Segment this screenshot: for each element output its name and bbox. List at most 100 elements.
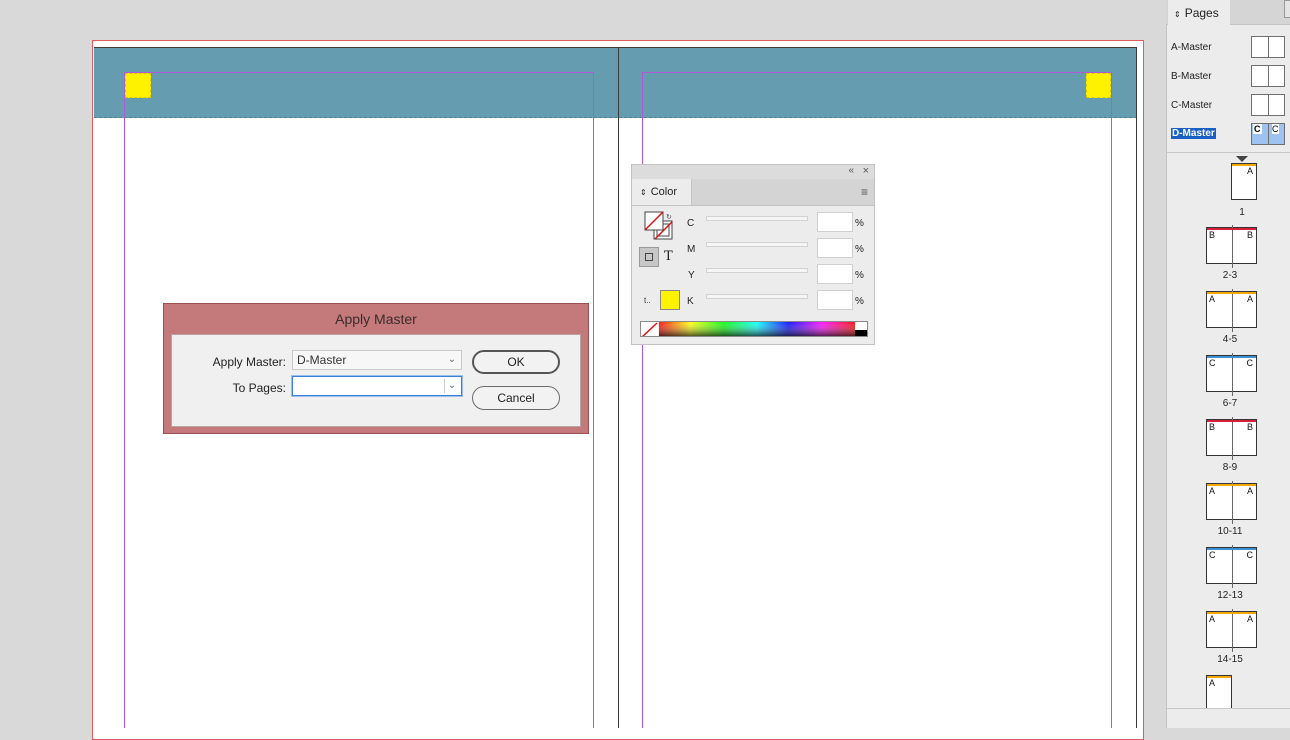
percent-label-y: % <box>855 270 864 281</box>
page-master-letter-right: A <box>1246 614 1253 624</box>
page-master-letter-right: A <box>1246 486 1253 496</box>
channel-label-k: K <box>687 296 694 307</box>
percent-label-k: % <box>855 296 864 307</box>
spread-thumb-6-7[interactable]: C C <box>1206 353 1257 396</box>
chevron-down-icon[interactable]: ⌄ <box>445 378 459 394</box>
page-thumb-1[interactable]: A <box>1231 163 1257 200</box>
dialog-title: Apply Master <box>335 311 417 327</box>
color-panel: « × ⇕ Color ≡ ↻ T t.. C % M % Y % K % <box>631 164 875 345</box>
page-master-letter-left: C <box>1209 358 1216 368</box>
spread-thumb-4-5[interactable]: A A <box>1206 289 1257 332</box>
spread-thumb-2-3[interactable]: B B <box>1206 225 1257 268</box>
master-item-a[interactable]: A-Master <box>1171 42 1212 53</box>
spread-thumb-10-11[interactable]: A A <box>1206 481 1257 524</box>
panel-title-bar[interactable]: « × <box>632 165 874 180</box>
spread-spine <box>1231 545 1233 588</box>
spread-spine <box>1231 289 1233 332</box>
page-master-letter-left: A <box>1209 486 1216 496</box>
page-master-letter-left: A <box>1209 294 1216 304</box>
value-input-y[interactable] <box>817 264 853 284</box>
formatting-text-icon[interactable]: T <box>664 249 673 264</box>
fill-stroke-widget[interactable]: ↻ <box>644 211 674 241</box>
master-thumb-d[interactable]: C C <box>1251 123 1285 145</box>
slider-y[interactable] <box>706 268 808 273</box>
apply-master-select[interactable]: D-Master ⌄ <box>292 350 462 370</box>
spread-spine <box>618 47 619 728</box>
margin-guide-left <box>124 72 125 728</box>
page-trim-edge <box>1136 47 1137 728</box>
dialog-body: Apply Master: D-Master ⌄ To Pages: ⌄ OK … <box>171 334 581 427</box>
color-spectrum-ramp[interactable] <box>640 321 868 337</box>
margin-guide-top-left <box>124 72 594 73</box>
master-item-d-selected[interactable]: D-Master <box>1171 128 1216 139</box>
panel-edge-handle[interactable] <box>1284 0 1290 18</box>
page-master-letter: A <box>1246 166 1253 176</box>
spread-number-label: 6-7 <box>1222 398 1238 409</box>
formatting-container-button[interactable] <box>639 247 659 267</box>
spread-number-label: 10-11 <box>1217 526 1243 537</box>
page-number-label: 1 <box>1239 207 1245 218</box>
master-thumb-a[interactable] <box>1251 36 1285 58</box>
spread-spine <box>1231 481 1233 524</box>
page-master-letter-left: B <box>1209 422 1216 432</box>
value-input-k[interactable] <box>817 290 853 310</box>
yellow-frame-right[interactable] <box>1086 73 1111 98</box>
pages-footer-divider <box>1166 708 1290 709</box>
to-pages-input[interactable]: ⌄ <box>292 376 462 396</box>
masters-divider <box>1166 152 1290 153</box>
tab-color[interactable]: ⇕ Color <box>632 179 692 205</box>
spread-thumb-14-15[interactable]: A A <box>1206 609 1257 652</box>
page-master-letter-right: B <box>1246 422 1253 432</box>
spread-spine <box>1231 225 1233 268</box>
updown-arrow-icon: ⇕ <box>1174 10 1181 19</box>
spread-thumb-12-13[interactable]: C C <box>1206 545 1257 588</box>
tab-pages[interactable]: ⇕ Pages <box>1168 0 1230 25</box>
panel-menu-icon[interactable]: ≡ <box>861 185 868 199</box>
panel-tab-strip: ⇕ Color ≡ <box>632 179 874 206</box>
thumb-spine <box>1268 95 1269 115</box>
cancel-button[interactable]: Cancel <box>472 386 560 410</box>
page-top-edge <box>94 47 1137 48</box>
current-color-swatch[interactable] <box>660 290 680 310</box>
thumb-spine <box>1268 37 1269 57</box>
margin-guide-top-right <box>642 72 1112 73</box>
page-master-letter-left: C <box>1209 550 1216 560</box>
tab-color-label: Color <box>650 186 677 198</box>
master-thumb-b[interactable] <box>1251 65 1285 87</box>
ok-button[interactable]: OK <box>472 350 560 374</box>
spread-number-label: 12-13 <box>1217 590 1243 601</box>
yellow-frame-left[interactable] <box>125 73 151 98</box>
master-thumb-c[interactable] <box>1251 94 1285 116</box>
header-band-frame[interactable] <box>94 47 1137 118</box>
margin-guide-right <box>1111 72 1112 728</box>
master-item-c[interactable]: C-Master <box>1171 100 1212 111</box>
margin-guide-inner-left <box>593 72 594 728</box>
page-master-letter-left: A <box>1209 614 1216 624</box>
collapse-panel-icon[interactable]: « <box>848 165 854 176</box>
value-input-m[interactable] <box>817 238 853 258</box>
spread-number-label: 4-5 <box>1222 334 1238 345</box>
page-thumb-16[interactable]: A <box>1206 675 1232 708</box>
master-item-b[interactable]: B-Master <box>1171 71 1212 82</box>
slider-k[interactable] <box>706 294 808 299</box>
close-icon[interactable]: × <box>863 165 869 177</box>
page-master-letter-right: A <box>1246 294 1253 304</box>
updown-arrow-icon: ⇕ <box>640 188 647 197</box>
slider-m[interactable] <box>706 242 808 247</box>
slider-c[interactable] <box>706 216 808 221</box>
tint-label: t.. <box>644 296 651 305</box>
page-master-letter: A <box>1209 678 1216 688</box>
value-input-c[interactable] <box>817 212 853 232</box>
svg-text:↻: ↻ <box>666 213 672 221</box>
spread-number-label: 14-15 <box>1217 654 1243 665</box>
thumb-spine <box>1268 66 1269 86</box>
page-master-letter-right: C <box>1246 550 1254 560</box>
thumb-letter-right: C <box>1272 124 1279 134</box>
apply-master-label: Apply Master: <box>212 355 286 369</box>
channel-label-c: C <box>687 218 695 229</box>
to-pages-label: To Pages: <box>232 381 286 395</box>
spread-thumb-8-9[interactable]: B B <box>1206 417 1257 460</box>
percent-label-c: % <box>855 218 864 229</box>
thumb-spine <box>1268 124 1269 144</box>
chevron-down-icon[interactable]: ⌄ <box>445 352 459 368</box>
